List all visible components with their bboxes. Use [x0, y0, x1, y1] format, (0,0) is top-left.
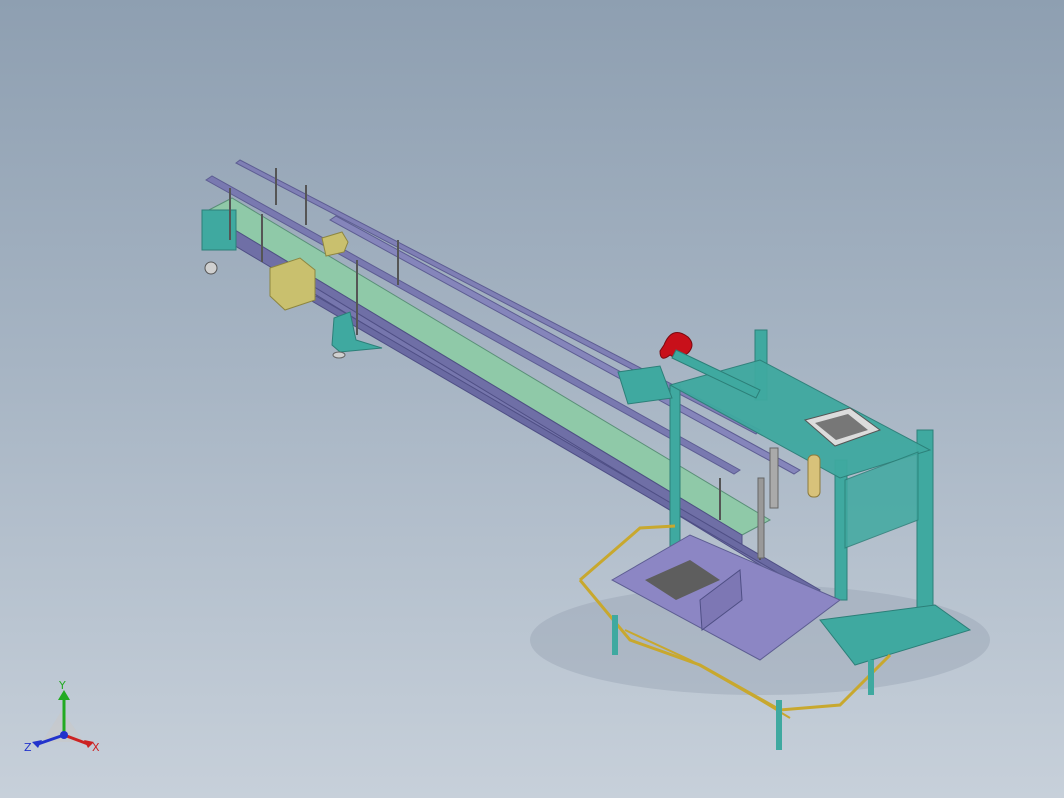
- view-orientation-triad[interactable]: Y X Z: [22, 680, 112, 760]
- triad-origin: [60, 731, 68, 739]
- drive-pulley[interactable]: [204, 261, 218, 275]
- conveyor-assembly-model[interactable]: [0, 0, 1064, 798]
- pneumatic-cylinder[interactable]: [807, 454, 821, 498]
- x-axis-label: X: [92, 741, 100, 754]
- drive-motor[interactable]: [269, 257, 316, 311]
- bracket-plate[interactable]: [617, 365, 673, 405]
- actuator-rod[interactable]: [757, 477, 765, 559]
- y-axis-label: Y: [58, 680, 66, 692]
- guard-leg: [776, 700, 782, 750]
- cad-viewport[interactable]: Y X Z: [0, 0, 1064, 798]
- z-axis-label: Z: [24, 741, 32, 754]
- upper-guide-rail-front[interactable]: [205, 175, 741, 475]
- frame-column-right[interactable]: [916, 429, 934, 626]
- small-motor[interactable]: [321, 231, 349, 257]
- guard-leg: [868, 660, 874, 695]
- actuator-rod[interactable]: [769, 447, 779, 509]
- conveyor-belt[interactable]: [203, 197, 772, 536]
- leg-foot: [332, 351, 346, 359]
- guard-leg: [612, 615, 618, 655]
